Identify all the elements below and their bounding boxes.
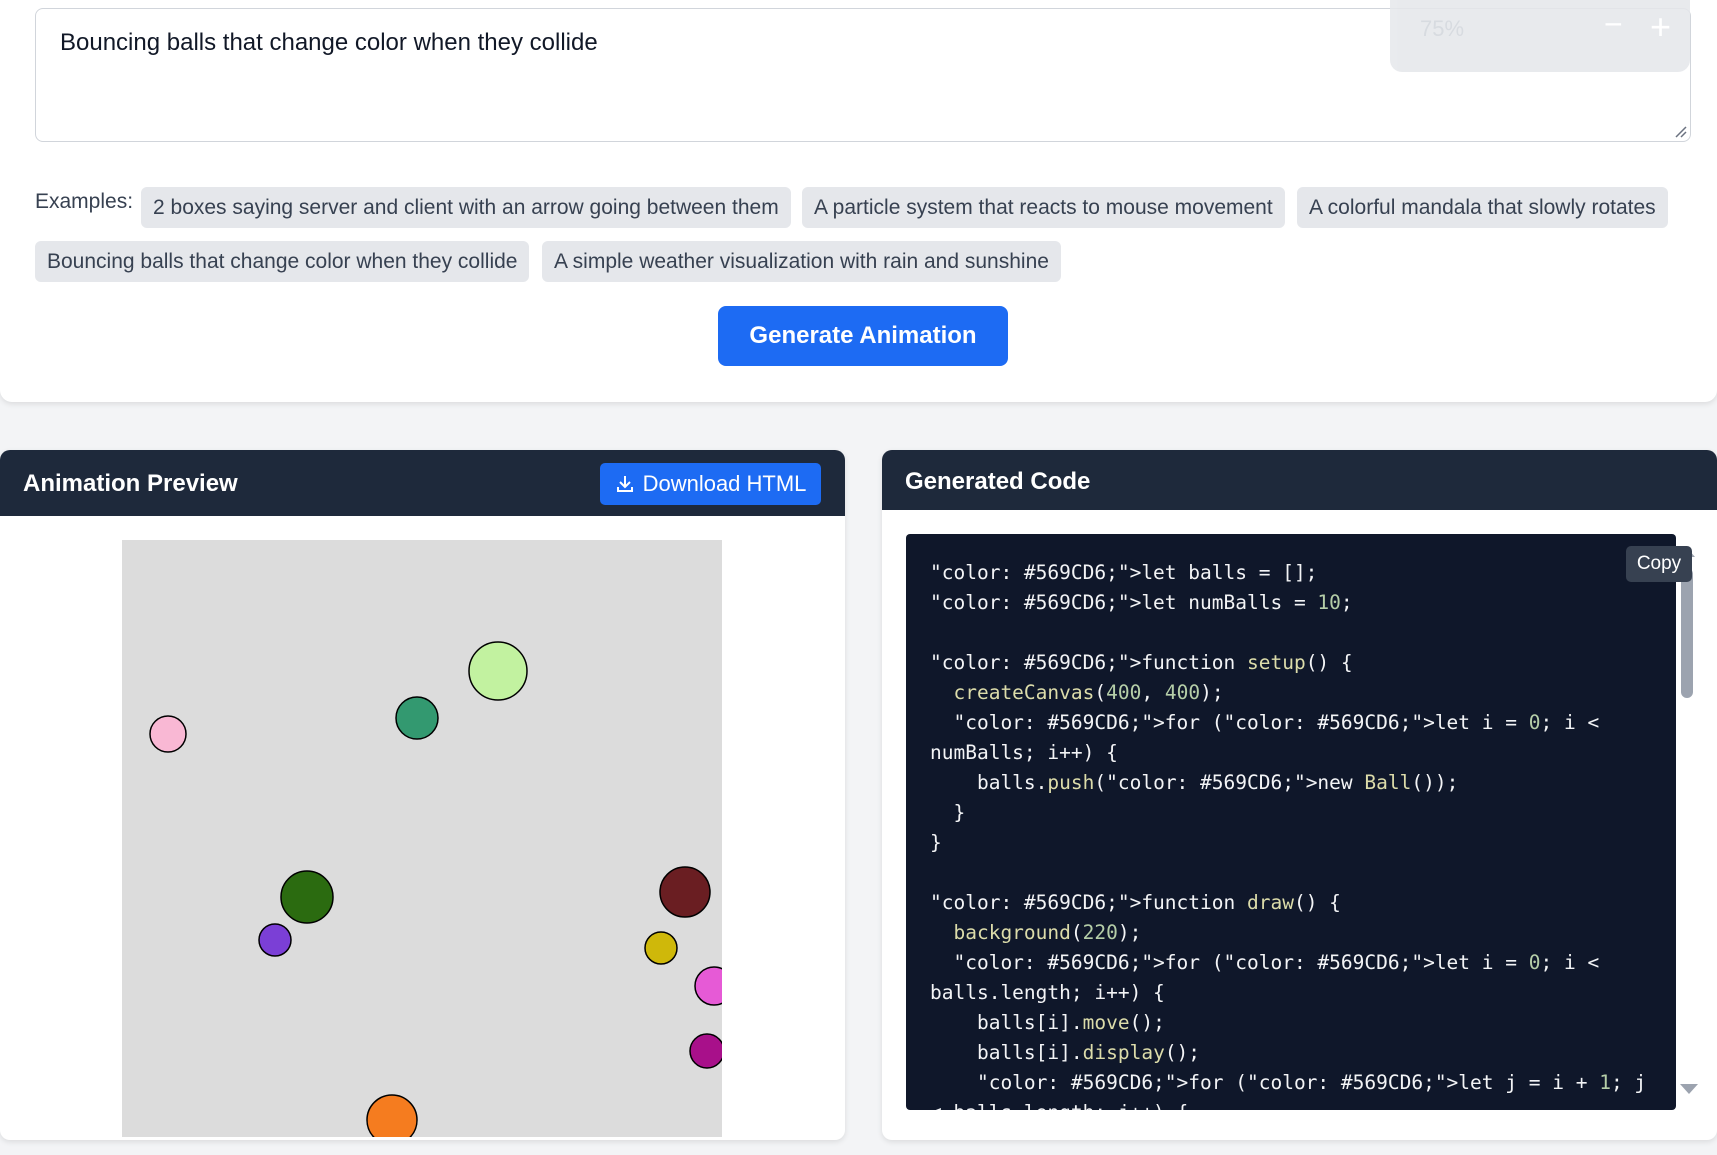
ball-orange xyxy=(366,1094,418,1137)
zoom-overlay: 75% − + xyxy=(1390,0,1690,72)
zoom-in-button[interactable]: + xyxy=(1650,6,1671,48)
code-line: "color: #569CD6;">function setup() { xyxy=(930,651,1353,674)
examples-label: Examples: xyxy=(35,190,134,213)
code-line: } xyxy=(930,831,942,854)
example-chip-bouncing-balls[interactable]: Bouncing balls that change color when th… xyxy=(35,241,530,282)
code-block[interactable]: "color: #569CD6;">let balls = []; "color:… xyxy=(906,534,1676,1110)
code-line: balls.length; i++) { xyxy=(930,981,1165,1004)
prompt-card: Bouncing balls that change color when th… xyxy=(0,0,1717,402)
preview-header: Animation Preview Download HTML xyxy=(0,450,845,516)
example-chip-weather[interactable]: A simple weather visualization with rain… xyxy=(542,241,1061,282)
ball-dark-green xyxy=(280,870,334,924)
copy-code-button[interactable]: Copy xyxy=(1626,546,1692,582)
code-line: "color: #569CD6;">for ("color: #569CD6;"… xyxy=(930,951,1600,974)
ball-maroon xyxy=(659,866,711,918)
ball-magenta xyxy=(694,966,722,1006)
code-line: "color: #569CD6;">for ("color: #569CD6;"… xyxy=(930,711,1600,734)
code-line: numBalls; i++) { xyxy=(930,741,1118,764)
ball-purple xyxy=(258,923,292,957)
code-scrollbar[interactable] xyxy=(1676,548,1698,1108)
ball-teal xyxy=(395,696,439,740)
download-icon xyxy=(616,476,633,492)
resize-grip-icon[interactable] xyxy=(1673,124,1687,138)
animation-canvas[interactable] xyxy=(122,540,722,1137)
download-html-button[interactable]: Download HTML xyxy=(600,463,821,505)
example-chip-server-client[interactable]: 2 boxes saying server and client with an… xyxy=(141,187,791,228)
zoom-level: 75% xyxy=(1420,16,1465,41)
example-chip-particle-system[interactable]: A particle system that reacts to mouse m… xyxy=(802,187,1285,228)
animation-preview-panel: Animation Preview Download HTML xyxy=(0,450,845,1140)
ball-light-green xyxy=(468,641,528,701)
code-line: "color: #569CD6;">for ("color: #569CD6;"… xyxy=(930,1071,1647,1094)
generated-code-panel: Generated Code "color: #569CD6;">let bal… xyxy=(882,450,1717,1140)
code-title: Generated Code xyxy=(905,468,1091,495)
code-header: Generated Code xyxy=(882,450,1717,510)
code-line: "color: #569CD6;">let numBalls = 10; xyxy=(930,591,1353,614)
code-line: < balls.length; j++) { xyxy=(930,1098,1626,1110)
code-line: balls[i].move(); xyxy=(930,1011,1165,1034)
code-line: balls[i].display(); xyxy=(930,1041,1201,1064)
prompt-text[interactable]: Bouncing balls that change color when th… xyxy=(60,29,598,56)
scrollbar-thumb[interactable] xyxy=(1681,568,1693,698)
generate-animation-button[interactable]: Generate Animation xyxy=(718,306,1008,366)
ball-yellow xyxy=(644,931,678,965)
code-line: "color: #569CD6;">function draw() { xyxy=(930,891,1341,914)
code-line: createCanvas(400, 400); xyxy=(953,681,1224,704)
code-line: balls.push("color: #569CD6;">new Ball())… xyxy=(930,771,1459,794)
download-html-label: Download HTML xyxy=(642,471,807,496)
code-line: background(220); xyxy=(953,921,1142,944)
preview-title: Animation Preview xyxy=(23,470,238,497)
code-line: "color: #569CD6;">let balls = []; xyxy=(930,561,1318,584)
code-line: } xyxy=(930,801,966,824)
code-text: "color: #569CD6;">let balls = []; "color:… xyxy=(930,558,1647,1110)
balls-svg xyxy=(149,641,722,1137)
example-chip-mandala[interactable]: A colorful mandala that slowly rotates xyxy=(1297,187,1668,228)
zoom-out-button[interactable]: − xyxy=(1604,6,1623,43)
ball-dark-magenta xyxy=(689,1033,722,1069)
scroll-down-arrow-icon[interactable] xyxy=(1680,1084,1698,1094)
ball-pink xyxy=(149,715,187,753)
